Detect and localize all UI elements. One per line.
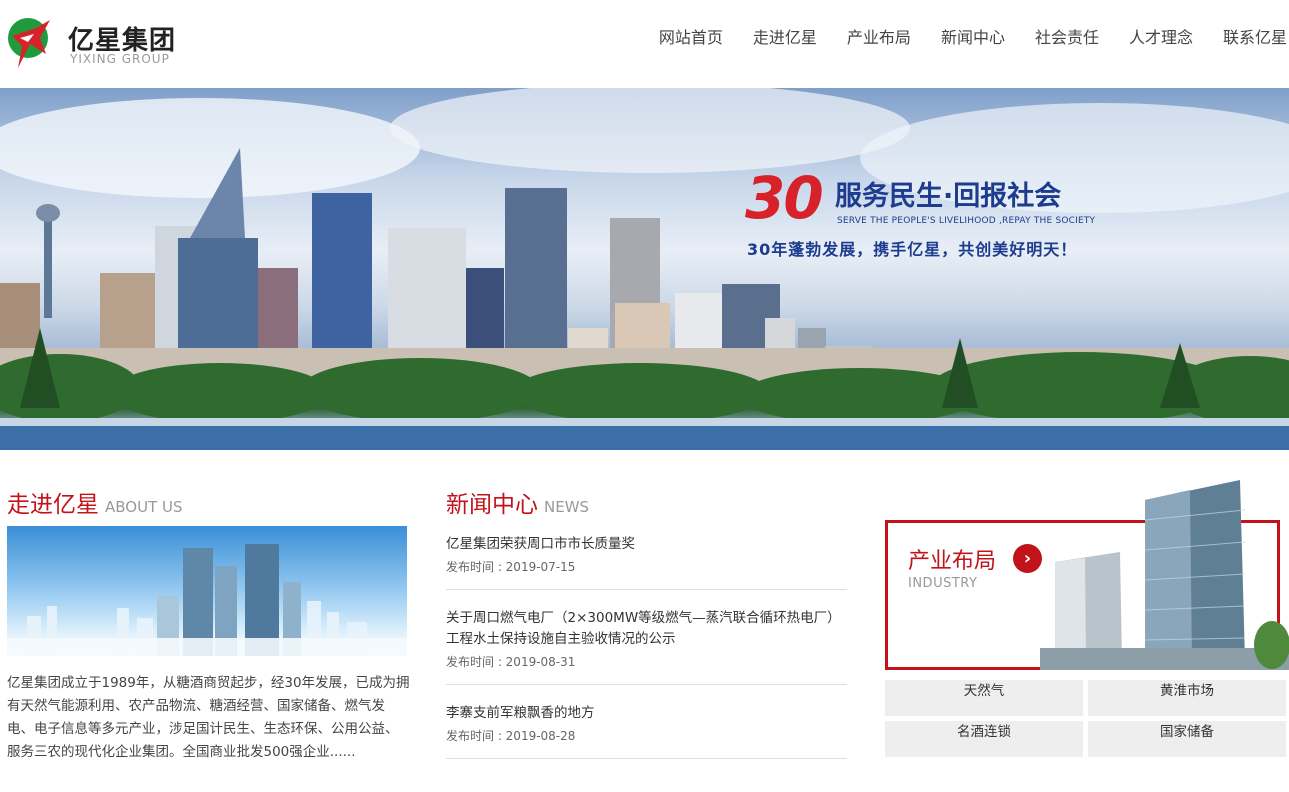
news-item[interactable]: 亿星集团荣获周口市市长质量奖 发布时间 : 2019-07-15 xyxy=(446,530,847,590)
banner-number: 30 xyxy=(745,164,824,232)
about-title-en: ABOUT US xyxy=(105,498,183,516)
news-list: 亿星集团荣获周口市市长质量奖 发布时间 : 2019-07-15 关于周口燃气电… xyxy=(446,530,847,773)
news-item-date: 发布时间 : 2019-08-28 xyxy=(446,729,576,743)
news-title-cn: 新闻中心 xyxy=(446,492,538,518)
industry-link-liquor[interactable]: 名酒连锁 xyxy=(885,721,1083,757)
industry-link-gas[interactable]: 天然气 xyxy=(885,680,1083,716)
banner-tagline: 30年蓬勃发展，携手亿星，共创美好明天！ xyxy=(747,240,1078,259)
city-towers-illustration xyxy=(7,544,407,656)
hero-banner[interactable]: 30 服务民生·回报社会 SERVE THE PEOPLE'S LIVELIHO… xyxy=(0,88,1289,450)
star-logo-icon xyxy=(8,18,50,68)
industry-link-reserve[interactable]: 国家储备 xyxy=(1088,721,1286,757)
nav-contact[interactable]: 联系亿星 xyxy=(1223,26,1287,50)
nav-news[interactable]: 新闻中心 xyxy=(941,26,1005,50)
chevron-right-icon[interactable]: › xyxy=(1013,544,1042,573)
news-heading[interactable]: 新闻中心 NEWS xyxy=(446,485,589,519)
news-item-date: 发布时间 : 2019-08-31 xyxy=(446,655,576,669)
nav-home[interactable]: 网站首页 xyxy=(659,26,723,50)
about-image[interactable] xyxy=(7,526,407,656)
about-heading[interactable]: 走进亿星 ABOUT US xyxy=(7,485,183,519)
city-skyline-illustration xyxy=(0,88,1289,450)
news-item[interactable]: 关于周口燃气电厂（2×300MW等级燃气—蒸汽联合循环热电厂）工程水土保持设施自… xyxy=(446,604,847,685)
nav-industry[interactable]: 产业布局 xyxy=(847,26,911,50)
news-title-en: NEWS xyxy=(544,498,590,516)
banner-subtitle-en: SERVE THE PEOPLE'S LIVELIHOOD ,REPAY THE… xyxy=(837,216,1096,226)
nav-talent[interactable]: 人才理念 xyxy=(1129,26,1193,50)
industry-title-cn: 产业布局 xyxy=(908,549,997,574)
news-item-title[interactable]: 李寨支前军粮飘香的地方 xyxy=(446,703,847,724)
about-description: 亿星集团成立于1989年，从糖酒商贸起步，经30年发展，已成为拥有天然气能源利用… xyxy=(7,675,410,760)
logo-text-en: YIXING GROUP xyxy=(70,52,170,66)
news-item-date: 发布时间 : 2019-07-15 xyxy=(446,560,576,574)
news-item[interactable]: 李寨支前军粮飘香的地方 发布时间 : 2019-08-28 xyxy=(446,699,847,759)
banner-slogan: 30 服务民生·回报社会 SERVE THE PEOPLE'S LIVELIHO… xyxy=(745,168,1115,268)
news-item-title[interactable]: 关于周口燃气电厂（2×300MW等级燃气—蒸汽联合循环热电厂）工程水土保持设施自… xyxy=(446,608,847,650)
industry-links: 天然气 黄淮市场 名酒连锁 国家储备 xyxy=(885,680,1286,757)
site-logo[interactable]: 亿星集团 YIXING GROUP xyxy=(6,14,186,72)
banner-title: 服务民生·回报社会 xyxy=(835,181,1062,212)
news-item-title[interactable]: 亿星集团荣获周口市市长质量奖 xyxy=(446,534,847,555)
industry-title-en: INDUSTRY xyxy=(908,576,978,591)
site-header: 亿星集团 YIXING GROUP 网站首页 走进亿星 产业布局 新闻中心 社会… xyxy=(0,0,1289,88)
nav-about[interactable]: 走进亿星 xyxy=(753,26,817,50)
main-nav: 网站首页 走进亿星 产业布局 新闻中心 社会责任 人才理念 联系亿星 xyxy=(629,26,1287,50)
office-buildings-illustration xyxy=(1040,480,1289,670)
industry-link-market[interactable]: 黄淮市场 xyxy=(1088,680,1286,716)
about-title-cn: 走进亿星 xyxy=(7,492,99,518)
nav-responsibility[interactable]: 社会责任 xyxy=(1035,26,1099,50)
